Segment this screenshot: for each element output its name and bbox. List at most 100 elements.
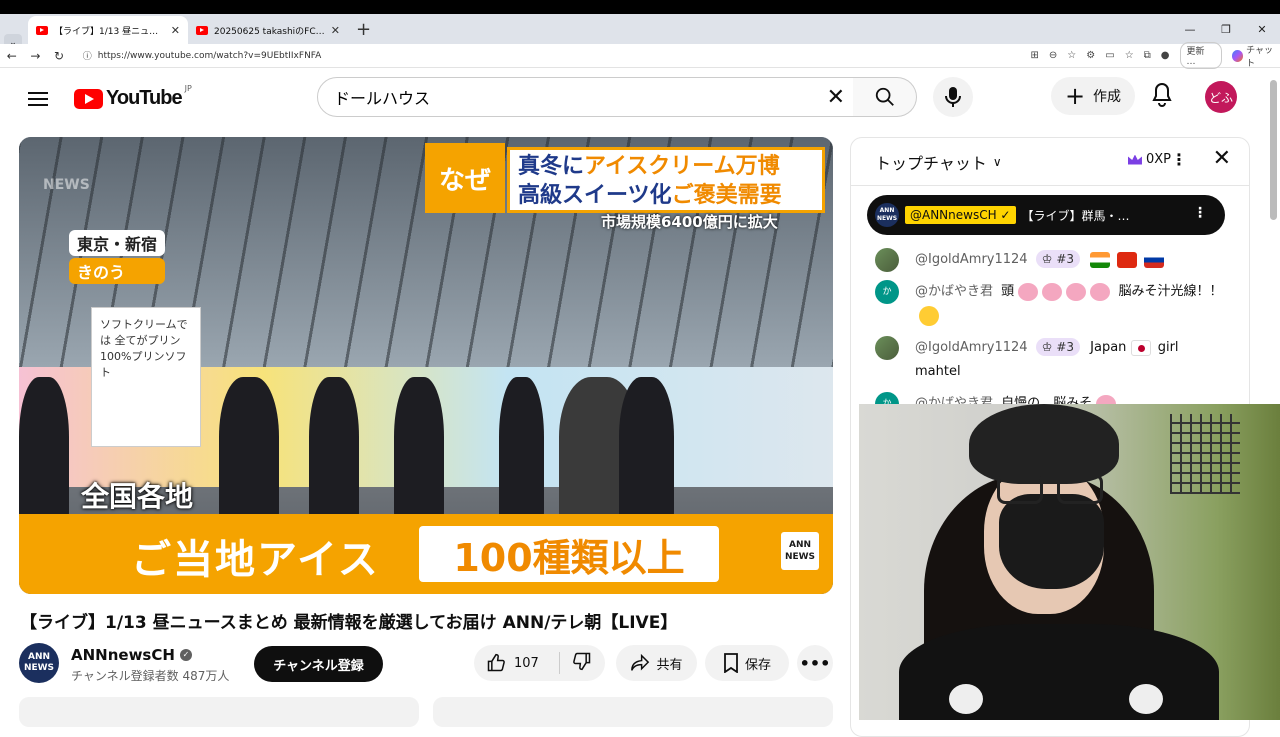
forward-arrow-icon[interactable]: → — [24, 49, 48, 63]
dislike-button[interactable] — [560, 651, 592, 675]
search-button[interactable] — [853, 77, 917, 117]
japan-flag-icon — [1130, 339, 1151, 356]
share-button[interactable]: 共有 — [616, 645, 697, 681]
webcam-person-mask — [999, 494, 1104, 589]
screen-top-bar — [0, 0, 1280, 14]
clear-search-icon[interactable]: ✕ — [827, 85, 845, 110]
youtube-logo[interactable]: YouTube JP — [74, 84, 192, 110]
create-button[interactable]: + 作成 — [1051, 77, 1135, 115]
voice-search-button[interactable] — [933, 77, 973, 117]
rank-badge-label: #3 — [1056, 340, 1075, 354]
url-field[interactable]: ⓘ https://www.youtube.com/watch?v=9UEbtI… — [77, 47, 1021, 65]
grinning-emoji-icon — [919, 305, 939, 326]
subscribe-button[interactable]: チャンネル登録 — [254, 646, 383, 682]
more-actions-button[interactable]: ••• — [797, 645, 833, 681]
china-flag-icon — [1117, 251, 1138, 268]
copilot-chat-label: チャット — [1246, 45, 1274, 69]
headline-box: 真冬にアイスクリーム万博 高級スイーツ化ご褒美需要 — [507, 147, 825, 213]
related-box[interactable] — [433, 697, 833, 727]
browser-tab-inactive[interactable]: 20250625 takashiのFC2ライブ配信の ✕ — [188, 16, 348, 44]
chat-avatar[interactable]: か — [875, 280, 899, 304]
zoom-icon[interactable]: ⊖ — [1049, 50, 1057, 61]
headline-part: 真冬に — [518, 154, 585, 179]
browser-tab-active[interactable]: 【ライブ】1/13 昼ニュースまとめ 最新 ✕ — [28, 16, 188, 44]
russia-flag-icon — [1144, 251, 1165, 268]
collections-icon[interactable]: ⧉ — [1144, 50, 1151, 61]
close-window-button[interactable]: ✕ — [1244, 23, 1280, 36]
tab-close-icon[interactable]: ✕ — [331, 24, 340, 37]
channel-name[interactable]: ANNnewsCH — [71, 646, 175, 664]
description-box[interactable] — [19, 697, 419, 727]
chat-author[interactable]: @IgoldAmry1124 — [915, 340, 1028, 355]
notifications-button[interactable] — [1150, 82, 1174, 112]
chat-menu-icon[interactable]: ⋮ — [1171, 150, 1187, 169]
headline-overlay: なぜ 真冬にアイスクリーム万博 高級スイーツ化ご褒美需要 — [425, 143, 825, 213]
favorite-star-icon[interactable]: ☆ — [1067, 50, 1076, 61]
like-button[interactable]: 107 — [474, 652, 560, 674]
create-label: 作成 — [1093, 89, 1122, 105]
video-player[interactable]: NEWS なぜ 真冬にアイスクリーム万博 高級スイーツ化ご褒美需要 市場規模64… — [19, 137, 833, 594]
shop-sign: ソフトクリームでは 全てがプリン 100%プリンソフト — [91, 307, 201, 447]
tab-title: 20250625 takashiのFC2ライブ配信の — [214, 26, 325, 37]
pinned-message[interactable]: ANN NEWS @ANNnewsCH ✓ 【ライブ】群馬・… ⋮ — [867, 195, 1225, 235]
india-flag-icon — [1090, 251, 1111, 268]
chat-text: 頭 — [1001, 284, 1015, 299]
extension-icon[interactable]: ⚙ — [1086, 50, 1095, 61]
minimize-button[interactable]: — — [1172, 23, 1208, 36]
chat-avatar[interactable] — [875, 248, 899, 272]
youtube-favicon-icon — [196, 25, 208, 35]
restore-button[interactable]: ❐ — [1208, 23, 1244, 36]
chat-author[interactable]: @IgoldAmry1124 — [915, 252, 1028, 267]
video-frame-person — [219, 377, 279, 527]
chat-mode-title[interactable]: トップチャット — [875, 150, 987, 174]
brain-emoji-icon — [1042, 282, 1063, 301]
webcam-overlay — [859, 404, 1280, 720]
chat-message: か @かばやき君 頭 脳みそ汁光線！！ — [875, 280, 1225, 328]
thumbs-down-icon — [573, 652, 591, 671]
search-box: ✕ — [317, 77, 854, 117]
pinned-menu-icon[interactable]: ⋮ — [1193, 205, 1207, 221]
region-code: JP — [184, 84, 192, 93]
chat-message: @IgoldAmry1124 ♔ #3 Japan girl mahtel — [875, 336, 1225, 384]
scrollbar-thumb[interactable] — [1270, 80, 1277, 220]
tab-close-icon[interactable]: ✕ — [171, 24, 180, 37]
brain-emoji-icon — [1090, 282, 1111, 301]
verified-icon: ✓ — [179, 649, 192, 661]
profile-icon[interactable]: ● — [1161, 50, 1170, 61]
chat-text: Japan — [1090, 340, 1127, 355]
channel-row: ANN NEWS ANNnewsCH ✓ チャンネル登録者数 487万人 チャン… — [19, 643, 839, 687]
bell-icon — [1152, 82, 1172, 107]
thumbs-up-icon — [487, 653, 505, 672]
youtube-wordmark: YouTube — [106, 87, 183, 109]
back-arrow-icon[interactable]: ← — [0, 49, 24, 63]
webcam-glasses-left — [997, 474, 1043, 504]
rank-badge-label: #3 — [1056, 252, 1075, 266]
location-tag: 東京・新宿 きのう — [69, 230, 166, 284]
xp-indicator[interactable]: 0XP — [1127, 152, 1171, 167]
search-input[interactable] — [334, 87, 814, 107]
apps-icon[interactable]: ⊞ — [1031, 50, 1039, 61]
close-chat-icon[interactable]: ✕ — [1213, 146, 1231, 171]
favorites-icon[interactable]: ☆ — [1125, 50, 1134, 61]
new-tab-button[interactable]: + — [348, 16, 379, 44]
chat-avatar[interactable] — [875, 336, 899, 360]
update-button[interactable]: 更新 … — [1179, 42, 1222, 69]
menu-hamburger-icon[interactable] — [28, 88, 48, 110]
why-label: なぜ — [425, 143, 505, 213]
copilot-chat-button[interactable]: チャット — [1231, 43, 1280, 69]
market-size-caption: 市場規模6400億円に拡大 — [601, 213, 778, 231]
channel-avatar[interactable]: ANN NEWS — [19, 643, 59, 683]
like-count: 107 — [514, 655, 539, 671]
chat-author[interactable]: @かばやき君 — [915, 284, 993, 299]
video-frame-person — [499, 377, 544, 527]
split-screen-icon[interactable]: ▭ — [1105, 50, 1114, 61]
chat-messages: @IgoldAmry1124 ♔ #3 か @かばやき君 頭 脳みそ汁光線！！ … — [875, 248, 1225, 424]
paw-print-pattern — [1129, 684, 1163, 714]
webcam-background-shelf — [1170, 414, 1240, 494]
save-button[interactable]: 保存 — [705, 645, 789, 681]
user-avatar[interactable]: どふ — [1205, 81, 1237, 113]
chevron-down-icon[interactable]: ∨ — [993, 155, 1002, 169]
reload-icon[interactable]: ↻ — [47, 49, 71, 63]
site-info-icon[interactable]: ⓘ — [83, 49, 92, 62]
nationwide-caption: 全国各地 — [81, 480, 194, 513]
